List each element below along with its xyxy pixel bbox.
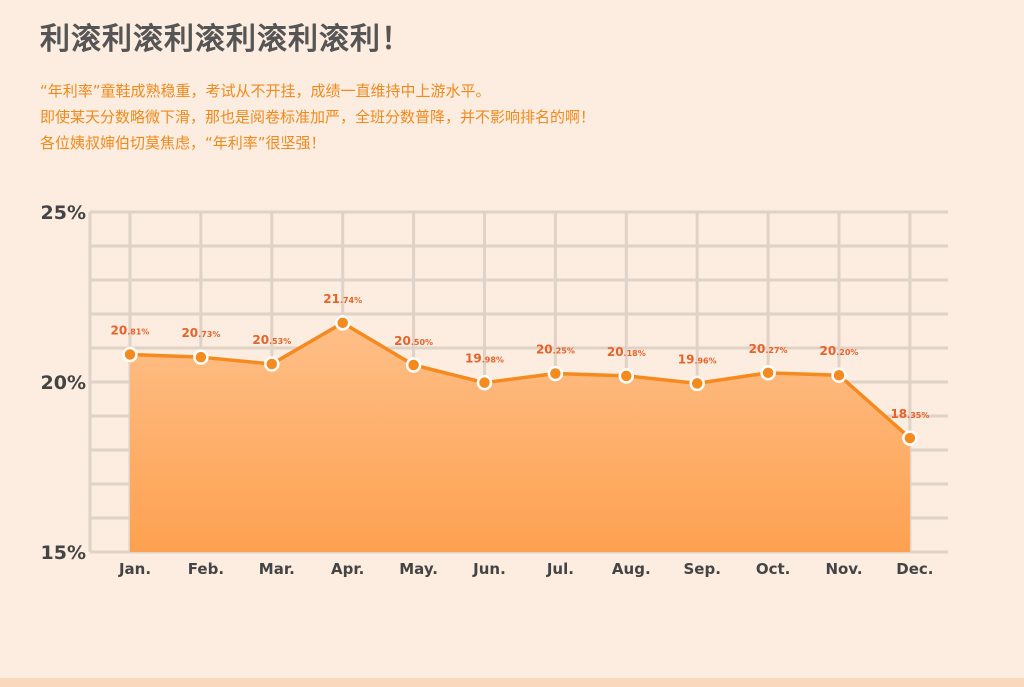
- y-tick-label: 15%: [41, 542, 86, 564]
- y-tick-label: 25%: [41, 202, 86, 224]
- data-point-4: [334, 315, 351, 331]
- y-tick-label: 20%: [41, 372, 86, 394]
- x-tick-label: Aug.: [612, 560, 651, 578]
- x-tick-label: Feb.: [188, 560, 224, 578]
- data-point-7: [547, 365, 564, 382]
- x-tick-label: Mar.: [259, 560, 295, 578]
- data-point-11: [831, 367, 847, 383]
- x-tick-label: Jun.: [472, 560, 506, 578]
- data-point-3: [264, 356, 280, 372]
- x-tick-label: May.: [399, 560, 438, 578]
- data-point-5: [405, 357, 422, 373]
- x-tick-label: Oct.: [756, 560, 791, 578]
- data-point-9: [689, 375, 705, 392]
- chart-area-layer: [122, 315, 918, 552]
- x-tick-label: Apr.: [331, 560, 364, 578]
- series-area: [130, 322, 910, 552]
- x-tick-label: Jan.: [118, 560, 151, 578]
- data-point-8: [618, 368, 635, 384]
- x-tick-label: Sep.: [683, 560, 720, 578]
- data-point-1: [122, 346, 138, 363]
- data-point-6: [476, 374, 493, 391]
- data-point-12: [902, 430, 918, 446]
- x-tick-label: Nov.: [825, 560, 862, 578]
- interest-rate-area-chart: 15% 20% 25% Jan. Feb. Mar. Apr. May. Jun. Jul. Aug…: [41, 202, 948, 578]
- data-point-10: [760, 365, 776, 381]
- x-tick-label: Dec.: [896, 560, 933, 578]
- data-point-2: [193, 349, 209, 365]
- x-tick-label: Jul.: [546, 560, 574, 578]
- bottom-bar: [0, 678, 1024, 687]
